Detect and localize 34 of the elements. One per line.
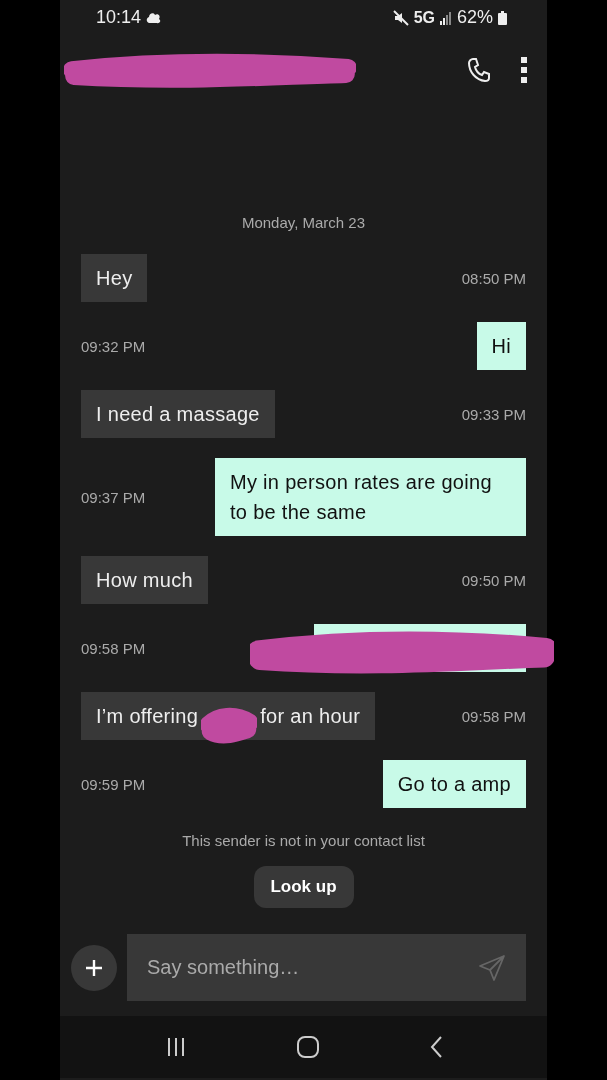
back-icon[interactable] bbox=[429, 1036, 442, 1058]
plus-icon bbox=[85, 958, 103, 977]
network-label: 5G bbox=[413, 8, 435, 27]
message-time: 09:58 PM bbox=[81, 639, 146, 657]
message-time: 09:37 PM bbox=[81, 488, 146, 506]
notification-icon bbox=[146, 10, 163, 25]
message-bubble: Hi bbox=[476, 322, 526, 370]
mute-icon bbox=[392, 9, 409, 26]
add-button[interactable] bbox=[71, 944, 117, 991]
message-bubble: I need a massage bbox=[81, 390, 275, 438]
look-up-button[interactable]: Look up bbox=[253, 866, 354, 908]
message-time: 09:59 PM bbox=[81, 775, 146, 793]
recent-apps-icon[interactable] bbox=[165, 1038, 186, 1056]
battery-icon bbox=[498, 10, 507, 25]
status-time: 10:14 bbox=[96, 7, 142, 28]
message-time: 09:50 PM bbox=[461, 571, 526, 589]
message-bubble: Go to a amp bbox=[382, 760, 526, 808]
sender-notice: This sender is not in your contact list bbox=[182, 831, 425, 851]
home-icon[interactable] bbox=[296, 1036, 319, 1058]
message-bubble: My in person rates are going to be the same bbox=[215, 458, 526, 536]
date-label: Monday, March 23 bbox=[241, 213, 366, 233]
message-time: 09:32 PM bbox=[81, 337, 146, 355]
message-text: for an hour bbox=[260, 705, 361, 727]
message-text: I’m offering bbox=[96, 705, 199, 727]
message-bubble: How much bbox=[81, 556, 208, 604]
phone-icon[interactable] bbox=[467, 57, 491, 83]
battery-percent: 62% bbox=[456, 7, 493, 28]
message-input[interactable]: Say something… bbox=[127, 934, 526, 1001]
message-bubble: Hey bbox=[81, 254, 148, 302]
more-icon[interactable] bbox=[521, 57, 527, 83]
message-time: 08:50 PM bbox=[461, 269, 526, 287]
message-time: 09:58 PM bbox=[461, 707, 526, 725]
message-time: 09:33 PM bbox=[461, 405, 526, 423]
signal-icon bbox=[439, 10, 452, 25]
